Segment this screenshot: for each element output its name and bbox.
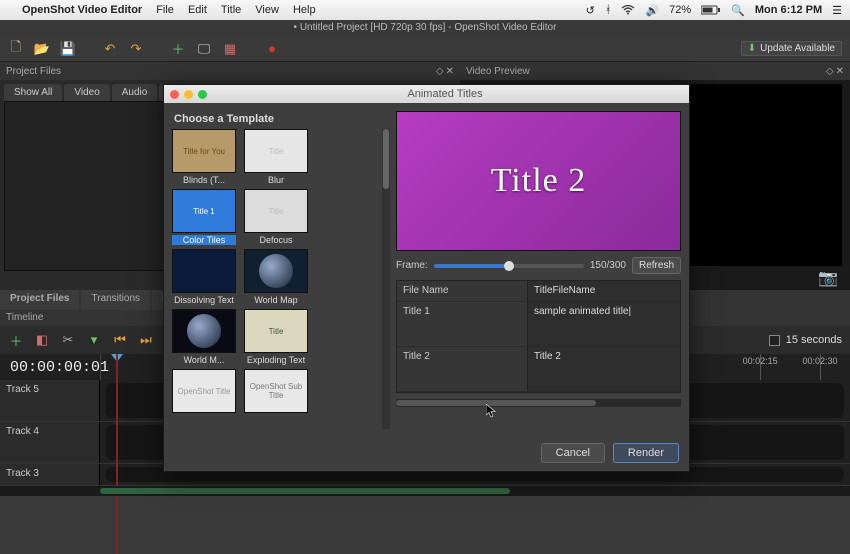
property-row: Title 1sample animated title| [397, 302, 680, 347]
template-thumb: Title [244, 309, 308, 353]
dialog-right-panel: Title 2 Frame: 150/300 Refresh File Name… [396, 111, 681, 429]
property-value[interactable]: sample animated title| [527, 302, 680, 346]
template-vscroll[interactable] [382, 129, 390, 429]
slider-knob-icon[interactable] [504, 261, 514, 271]
zoom-icon[interactable] [198, 90, 207, 99]
template-thumb [244, 249, 308, 293]
property-row: Title 2Title 2 [397, 347, 680, 392]
properties-table: File NameTitleFileNameTitle 1sample anim… [396, 280, 681, 393]
choose-template-label: Choose a Template [172, 111, 390, 129]
template-caption: Exploding Text [244, 355, 308, 365]
template-panel: Choose a Template Title for You Blinds (T… [172, 111, 390, 429]
template-card[interactable]: World M... [172, 309, 236, 365]
template-card[interactable]: Title Exploding Text [244, 309, 308, 365]
preview-text: Title 2 [491, 162, 587, 200]
dialog-footer: Cancel Render [164, 437, 689, 471]
frame-value: 150/300 [590, 260, 626, 271]
template-caption: Defocus [244, 235, 308, 245]
template-card[interactable]: Dissolving Text [172, 249, 236, 305]
template-card[interactable]: World Map [244, 249, 308, 305]
property-key: Title 2 [397, 347, 527, 391]
cancel-button[interactable]: Cancel [541, 443, 605, 463]
template-card[interactable]: Title Defocus [244, 189, 308, 245]
template-card[interactable]: Title for You Blinds (T... [172, 129, 236, 185]
render-button[interactable]: Render [613, 443, 679, 463]
template-thumb [172, 309, 236, 353]
frame-label: Frame: [396, 260, 428, 271]
properties-hscroll[interactable] [396, 399, 681, 407]
template-thumb: Title for You [172, 129, 236, 173]
template-caption: World Map [244, 295, 308, 305]
dialog-titlebar[interactable]: Animated Titles [164, 85, 689, 103]
modal-backdrop: Animated Titles Choose a Template Title … [0, 0, 850, 518]
refresh-button[interactable]: Refresh [632, 257, 681, 274]
template-thumb: OpenShot Title [172, 369, 236, 413]
template-thumb: OpenShot Sub Title [244, 369, 308, 413]
frame-row: Frame: 150/300 Refresh [396, 257, 681, 274]
template-caption: Color Tiles [172, 235, 236, 245]
template-card[interactable]: Title Blur [244, 129, 308, 185]
template-caption: World M... [172, 355, 236, 365]
animated-titles-dialog: Animated Titles Choose a Template Title … [163, 84, 690, 472]
title-preview: Title 2 [396, 111, 681, 251]
template-thumb: Title [244, 129, 308, 173]
frame-slider[interactable] [434, 264, 584, 268]
template-thumb [172, 249, 236, 293]
close-icon[interactable] [170, 90, 179, 99]
property-value[interactable]: TitleFileName [527, 281, 680, 301]
template-card[interactable]: OpenShot Sub Title [244, 369, 308, 415]
property-row: File NameTitleFileName [397, 281, 680, 302]
template-thumb: Title 1 [172, 189, 236, 233]
template-caption: Dissolving Text [172, 295, 236, 305]
template-thumb: Title [244, 189, 308, 233]
dialog-title: Animated Titles [407, 88, 482, 100]
template-caption: Blur [244, 175, 308, 185]
template-card[interactable]: OpenShot Title [172, 369, 236, 415]
property-value[interactable]: Title 2 [527, 347, 680, 391]
template-card[interactable]: Title 1 Color Tiles [172, 189, 236, 245]
property-key: Title 1 [397, 302, 527, 346]
template-caption: Blinds (T... [172, 175, 236, 185]
property-key: File Name [397, 281, 527, 301]
minimize-icon[interactable] [184, 90, 193, 99]
template-grid[interactable]: Title for YouBlinds (T...TitleBlurTitle … [172, 129, 378, 429]
